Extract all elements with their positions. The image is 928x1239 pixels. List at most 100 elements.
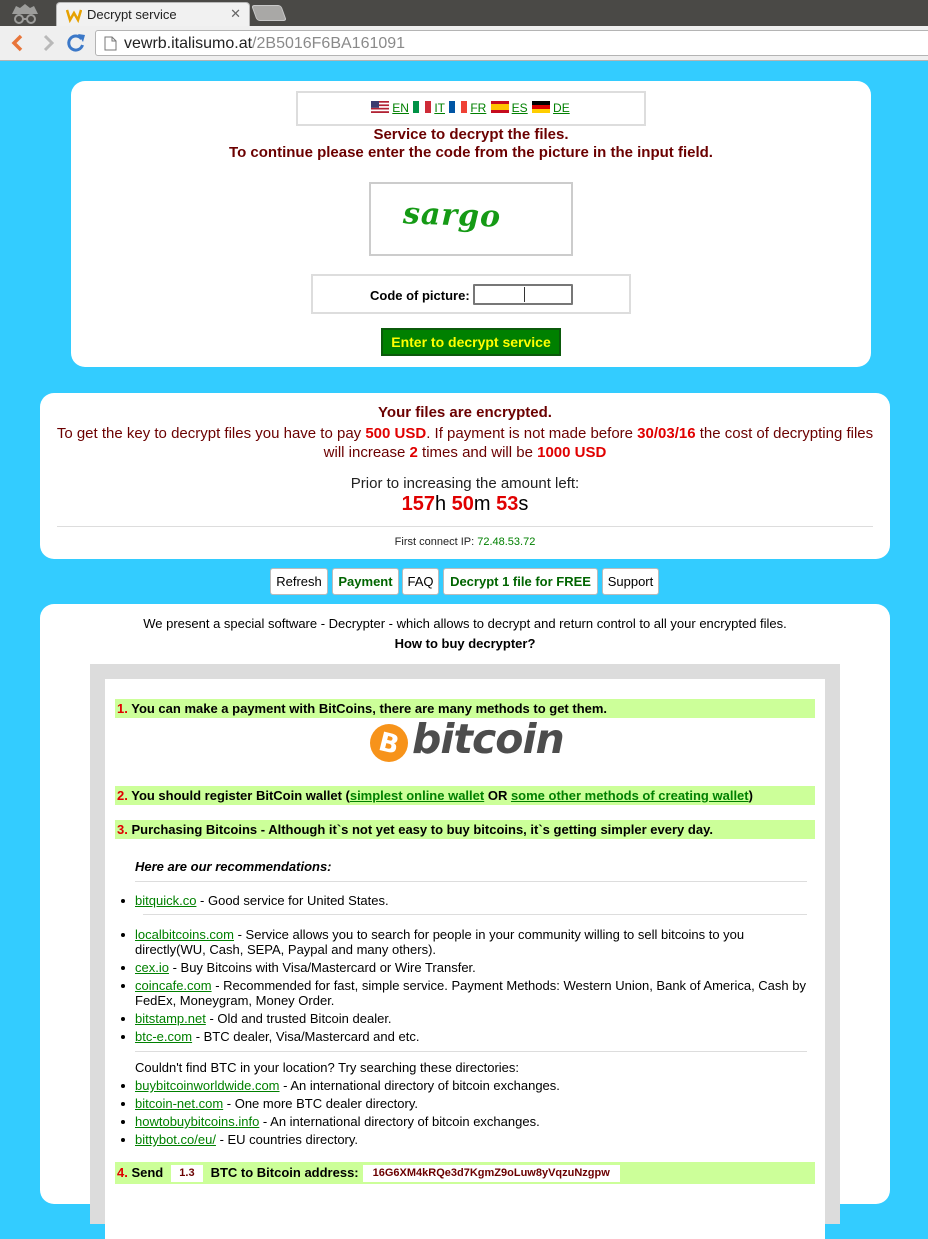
intro-text: We present a special software - Decrypte…	[143, 616, 787, 631]
decrypt-free-button[interactable]: Decrypt 1 file for FREE	[443, 568, 598, 595]
step-4: 4. Send 1.3 BTC to Bitcoin address: 16G6XM4…	[115, 1162, 815, 1184]
payment-button[interactable]: Payment	[332, 568, 399, 595]
code-row: Code of picture:	[311, 274, 631, 314]
step-text: You can make a payment with BitCoins, th…	[131, 701, 608, 716]
captcha-text: sargo	[402, 196, 502, 235]
lang-de-label[interactable]: DE	[553, 101, 570, 115]
exchange-link[interactable]: bitquick.co	[135, 893, 196, 908]
timer-unit: h	[434, 493, 452, 515]
language-bar: EN IT FR ES DE	[296, 91, 646, 126]
step-number: 1.	[117, 701, 128, 716]
exchange-desc: - Old and trusted Bitcoin dealer.	[205, 1011, 392, 1026]
deadline: 30/03/16	[637, 425, 696, 442]
step-number: 2.	[117, 788, 128, 803]
directory-desc: - One more BTC dealer directory.	[223, 1096, 418, 1111]
exchange-item: coincafe.com - Recommended for fast, sim…	[121, 978, 815, 1008]
ransom-info-panel: Your files are encrypted. To get the key…	[40, 393, 890, 559]
timer-hours: 157	[401, 493, 435, 515]
step-text: BTC to Bitcoin address:	[210, 1165, 359, 1180]
url-host: vewrb.italisumo.at	[124, 35, 253, 52]
captcha-panel: EN IT FR ES DE Service to decrypt the fi…	[71, 81, 871, 367]
support-button[interactable]: Support	[602, 568, 659, 595]
faq-button[interactable]: FAQ	[402, 568, 439, 595]
lang-en[interactable]: EN	[371, 101, 410, 115]
lang-it-label[interactable]: IT	[434, 101, 445, 115]
price: 500 USD	[365, 425, 427, 442]
lang-en-label[interactable]: EN	[392, 101, 409, 115]
lang-es[interactable]: ES	[490, 101, 529, 115]
step-text: OR	[484, 788, 511, 803]
timer-minutes: 50	[451, 493, 474, 515]
exchange-item: cex.io - Buy Bitcoins with Visa/Masterca…	[121, 960, 815, 975]
lang-es-label[interactable]: ES	[512, 101, 528, 115]
exchange-link[interactable]: localbitcoins.com	[135, 927, 234, 942]
tab-title: Decrypt service	[87, 7, 177, 22]
text-cursor	[524, 287, 525, 302]
lang-fr[interactable]: FR	[449, 101, 487, 115]
timer-unit: m	[473, 493, 497, 515]
exchange-desc: - Buy Bitcoins with Visa/Mastercard or W…	[168, 960, 476, 975]
directory-item: howtobuybitcoins.info - An international…	[121, 1114, 815, 1129]
enter-decrypt-service-button[interactable]: Enter to decrypt service	[381, 328, 561, 356]
directory-link[interactable]: bittybot.co/eu/	[135, 1132, 216, 1147]
captcha-title: Service to decrypt the files.	[373, 126, 569, 143]
forward-icon[interactable]	[38, 33, 58, 53]
step-text: Send	[131, 1165, 164, 1180]
url-text: vewrb.italisumo.at/2B5016F6BA161091	[124, 35, 405, 53]
tab-close-icon[interactable]: ✕	[230, 6, 241, 22]
back-icon[interactable]	[8, 33, 28, 53]
exchange-desc: - Recommended for fast, simple service. …	[135, 978, 806, 1008]
exchange-link[interactable]: cex.io	[135, 960, 169, 975]
exchange-desc: - Good service for United States.	[196, 893, 389, 908]
address-bar[interactable]: vewrb.italisumo.at/2B5016F6BA161091	[95, 30, 928, 56]
directory-item: bitcoin-net.com - One more BTC dealer di…	[121, 1096, 815, 1111]
exchange-link[interactable]: coincafe.com	[135, 978, 212, 993]
payment-line-1: To get the key to decrypt files you have…	[40, 425, 890, 442]
countdown-timer: 157h 50m 53s	[40, 493, 890, 516]
directory-link[interactable]: bitcoin-net.com	[135, 1096, 223, 1111]
timer-unit: s	[518, 493, 529, 515]
step-text: You should register BitCoin wallet (	[131, 788, 350, 803]
lang-fr-label[interactable]: FR	[470, 101, 486, 115]
directory-link[interactable]: buybitcoinworldwide.com	[135, 1078, 280, 1093]
prior-label: Prior to increasing the amount left:	[350, 475, 580, 492]
us-flag-icon	[371, 101, 390, 113]
btc-amount: 1.3	[171, 1165, 203, 1182]
code-input[interactable]	[473, 284, 573, 305]
lang-de[interactable]: DE	[532, 101, 571, 115]
directory-desc: - EU countries directory.	[215, 1132, 359, 1147]
divider	[57, 526, 873, 527]
simplest-wallet-link[interactable]: simplest online wallet	[350, 788, 484, 803]
main-panel: We present a special software - Decrypte…	[40, 604, 890, 1239]
captcha-instructions: To continue please enter the code from t…	[229, 144, 713, 161]
instructions-frame: 1. You can make a payment with BitCoins,…	[90, 664, 840, 1239]
directory-item: buybitcoinworldwide.com - An internation…	[121, 1078, 815, 1093]
step-number: 3.	[117, 822, 128, 837]
step-number: 4.	[117, 1165, 128, 1180]
new-tab-button[interactable]	[251, 5, 287, 21]
germany-flag-icon	[532, 101, 551, 113]
step-text: )	[748, 788, 753, 803]
directory-link[interactable]: howtobuybitcoins.info	[135, 1114, 259, 1129]
browser-tab[interactable]: Decrypt service ✕	[56, 2, 250, 26]
instructions-box: 1. You can make a payment with BitCoins,…	[105, 679, 825, 1239]
refresh-button[interactable]: Refresh	[270, 568, 328, 595]
italy-flag-icon	[413, 101, 432, 113]
incognito-icon	[12, 4, 38, 24]
timer-seconds: 53	[496, 493, 519, 515]
lang-it[interactable]: IT	[413, 101, 446, 115]
bitcoin-logo: B bitcoin	[369, 715, 565, 764]
ip-value: 72.48.53.72	[477, 536, 536, 548]
browser-toolbar: vewrb.italisumo.at/2B5016F6BA161091	[0, 26, 928, 61]
recommendations-title: Here are our recommendations:	[135, 859, 332, 874]
exchange-link[interactable]: bitstamp.net	[135, 1011, 206, 1026]
exchange-item: localbitcoins.com - Service allows you t…	[121, 927, 815, 957]
btc-address[interactable]: 16G6XM4kRQe3d7KgmZ9oLuw8yVqzuNzgpw	[362, 1165, 620, 1182]
directory-desc: - An international directory of bitcoin …	[279, 1078, 560, 1093]
reload-icon[interactable]	[66, 33, 86, 53]
step-2: 2. You should register BitCoin wallet (s…	[115, 786, 815, 805]
step-text: Purchasing Bitcoins - Although it`s not …	[131, 822, 713, 837]
other-wallet-methods-link[interactable]: some other methods of creating wallet	[511, 788, 749, 803]
payment-text: the cost of decrypting files	[695, 425, 874, 442]
exchange-link[interactable]: btc-e.com	[135, 1029, 192, 1044]
